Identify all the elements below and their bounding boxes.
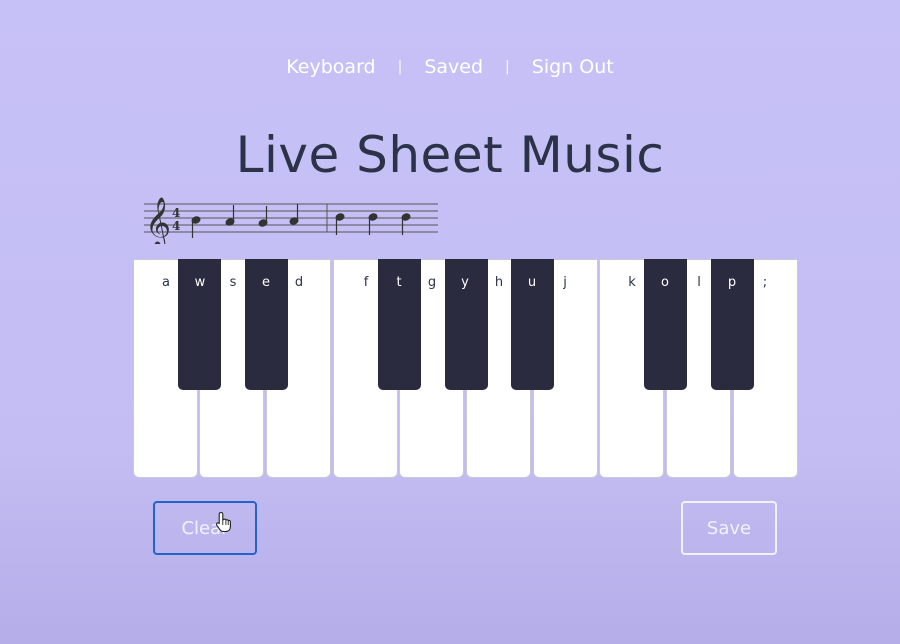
nav-keyboard-link[interactable]: Keyboard [286, 56, 375, 78]
treble-clef-icon: 𝄞 [145, 197, 171, 244]
key-label-e: e [262, 275, 270, 290]
nav-sign-out-link[interactable]: Sign Out [532, 56, 614, 78]
key-label-u: u [527, 275, 537, 290]
key-label-f: f [363, 275, 369, 290]
nav-separator: | [505, 59, 510, 75]
key-label-k: k [628, 275, 636, 290]
staff-note [258, 206, 268, 227]
page-title: Live Sheet Music [235, 126, 665, 184]
key-label-y: y [461, 275, 469, 290]
key-label-t: t [396, 275, 402, 290]
hand-pointer-icon [215, 511, 231, 533]
key-label-p: p [727, 275, 737, 290]
piano-keyboard: a w s e d f t g y h u j k o l p ; [133, 259, 799, 479]
time-signature-top: 4 [172, 206, 180, 220]
key-label-h: h [494, 275, 504, 290]
key-label-o: o [661, 275, 669, 290]
key-label-j: j [563, 275, 567, 290]
nav-separator: | [397, 59, 403, 75]
key-label-g: g [427, 275, 437, 290]
key-label-d: d [294, 275, 304, 290]
clear-button[interactable]: Clear [153, 501, 257, 555]
staff-note [225, 205, 235, 226]
top-nav: Keyboard | Saved | Sign Out [0, 56, 900, 78]
nav-saved-link[interactable]: Saved [424, 56, 483, 78]
staff-note [191, 216, 201, 238]
staff-note [289, 204, 299, 225]
save-button[interactable]: Save [681, 501, 777, 555]
key-label-a: a [162, 275, 170, 290]
key-label-s: s [229, 275, 237, 290]
time-signature-bottom: 4 [172, 219, 180, 233]
key-label-w: w [194, 275, 206, 290]
key-label-semicolon: ; [762, 275, 768, 290]
key-label-l: l [697, 275, 701, 290]
sheet-music-staff: 𝄞 4 4 [144, 197, 438, 244]
